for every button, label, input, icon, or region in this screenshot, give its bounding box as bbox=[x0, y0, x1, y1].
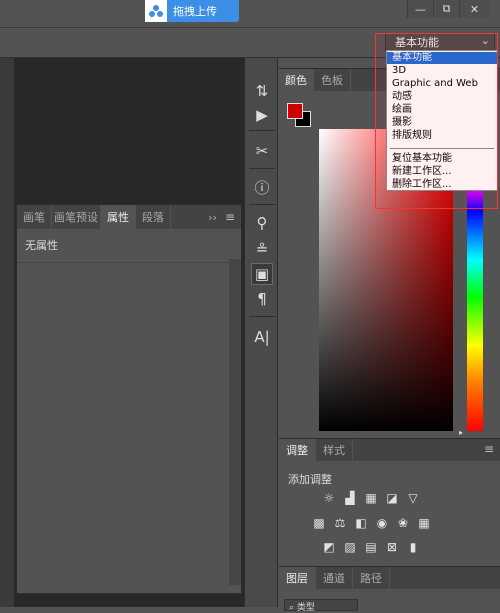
cloud-logo-icon bbox=[145, 0, 167, 22]
selective-color-icon[interactable]: ⊠ bbox=[384, 540, 400, 554]
divider bbox=[249, 316, 275, 317]
black-white-icon[interactable]: ◧ bbox=[353, 516, 369, 530]
history-icon[interactable]: ⇅ bbox=[251, 80, 273, 102]
exposure-icon[interactable]: ◪ bbox=[384, 491, 400, 505]
minimize-button[interactable]: — bbox=[407, 0, 433, 18]
play-actions-icon[interactable]: ▶ bbox=[251, 104, 273, 126]
threshold-icon[interactable]: ▤ bbox=[363, 540, 379, 554]
layer-filter-select[interactable]: ⌕ 类型 bbox=[284, 599, 358, 613]
gradient-map-icon[interactable]: ▮ bbox=[405, 540, 421, 554]
tab-styles[interactable]: 样式 bbox=[316, 439, 352, 461]
gradient-triangle-icon[interactable]: ▽ bbox=[405, 491, 421, 505]
panel-icon-strip: ⇅ ▶ ✂ ⓘ ⚲ ≗ ▣ ¶ A| bbox=[244, 58, 278, 607]
brush-presets-icon[interactable]: ≗ bbox=[251, 238, 273, 260]
search-icon: ⌕ bbox=[289, 603, 297, 613]
character-icon[interactable]: A| bbox=[251, 326, 273, 348]
adjustment-row-2: ▩ ⚖ ◧ ◉ ❀ ▦ bbox=[311, 516, 432, 530]
properties-content: 无属性 bbox=[17, 229, 241, 593]
tool-presets-icon[interactable]: ✂ bbox=[251, 140, 273, 162]
curves-icon[interactable]: ▦ bbox=[363, 491, 379, 505]
document-edge bbox=[0, 58, 14, 607]
tab-brush[interactable]: 画笔 bbox=[17, 205, 51, 229]
more-tabs-icon[interactable]: ›› bbox=[208, 211, 217, 224]
photo-filter-icon[interactable]: ◉ bbox=[374, 516, 390, 530]
foreground-color-swatch[interactable] bbox=[287, 103, 303, 119]
divider bbox=[249, 130, 275, 131]
restore-button[interactable]: ⧉ bbox=[433, 0, 459, 18]
panel-menu-icon[interactable]: ≡ bbox=[484, 442, 494, 456]
color-lookup-icon[interactable]: ▦ bbox=[416, 516, 432, 530]
upload-label: 拖拽上传 bbox=[173, 5, 217, 18]
tab-adjustments[interactable]: 调整 bbox=[279, 439, 315, 461]
upload-button[interactable]: 拖拽上传 bbox=[145, 0, 239, 22]
minimize-icon: — bbox=[415, 2, 426, 16]
tab-layers[interactable]: 图层 bbox=[279, 567, 315, 589]
hue-marker-icon[interactable]: ▸ bbox=[459, 428, 463, 437]
properties-scrollbar[interactable] bbox=[229, 259, 241, 585]
tab-brush-presets[interactable]: 画笔预设 bbox=[52, 205, 100, 229]
tab-paragraph[interactable]: 段落 bbox=[136, 205, 170, 229]
tab-channels[interactable]: 通道 bbox=[316, 567, 352, 589]
divider bbox=[249, 204, 275, 205]
channel-mixer-icon[interactable]: ❀ bbox=[395, 516, 411, 530]
panel-menu-icon[interactable]: ≡ bbox=[225, 210, 235, 224]
properties-panel: 画笔 画笔预设 属性 段落 ›› ≡ 无属性 bbox=[16, 204, 242, 594]
brightness-icon[interactable]: ☼ bbox=[321, 491, 337, 505]
posterize-icon[interactable]: ▨ bbox=[342, 540, 358, 554]
info-icon[interactable]: ⓘ bbox=[251, 176, 273, 198]
annotation-highlight-box bbox=[375, 33, 498, 209]
tab-swatches[interactable]: 色板 bbox=[314, 69, 350, 91]
layers-panel: 图层 通道 路径 ⌕ 类型 bbox=[279, 566, 500, 613]
panel-tab-bar-end: ›› ≡ bbox=[171, 205, 241, 229]
close-icon: ✕ bbox=[469, 2, 480, 16]
divider bbox=[249, 168, 275, 169]
adjustments-panel: 调整 样式 ≡ 添加调整 ☼ ▟ ▦ ◪ ▽ ▩ ⚖ ◧ ◉ ❀ ▦ ◩ ▨ ▤… bbox=[279, 438, 500, 563]
tab-color[interactable]: 颜色 bbox=[279, 69, 313, 91]
vibrance-icon[interactable]: ▩ bbox=[311, 516, 327, 530]
hue-slider[interactable] bbox=[467, 187, 483, 431]
invert-icon[interactable]: ◩ bbox=[321, 540, 337, 554]
levels-icon[interactable]: ▟ bbox=[342, 491, 358, 505]
tab-bar-fill: ≡ bbox=[353, 439, 500, 461]
adjustment-row-1: ☼ ▟ ▦ ◪ ▽ bbox=[321, 491, 421, 505]
tab-properties[interactable]: 属性 bbox=[101, 205, 135, 229]
restore-icon: ⧉ bbox=[442, 2, 451, 15]
properties-icon[interactable]: ▣ bbox=[251, 263, 273, 285]
brush-icon[interactable]: ⚲ bbox=[251, 212, 273, 234]
divider bbox=[17, 262, 241, 263]
paragraph-icon[interactable]: ¶ bbox=[251, 288, 273, 310]
no-properties-label: 无属性 bbox=[25, 239, 58, 252]
add-adjustment-label: 添加调整 bbox=[288, 473, 332, 486]
close-button[interactable]: ✕ bbox=[459, 0, 489, 18]
tab-paths[interactable]: 路径 bbox=[353, 567, 389, 589]
adjustment-row-3: ◩ ▨ ▤ ⊠ ▮ bbox=[321, 540, 421, 554]
tab-bar-fill bbox=[390, 567, 500, 589]
color-balance-icon[interactable]: ⚖ bbox=[332, 516, 348, 530]
